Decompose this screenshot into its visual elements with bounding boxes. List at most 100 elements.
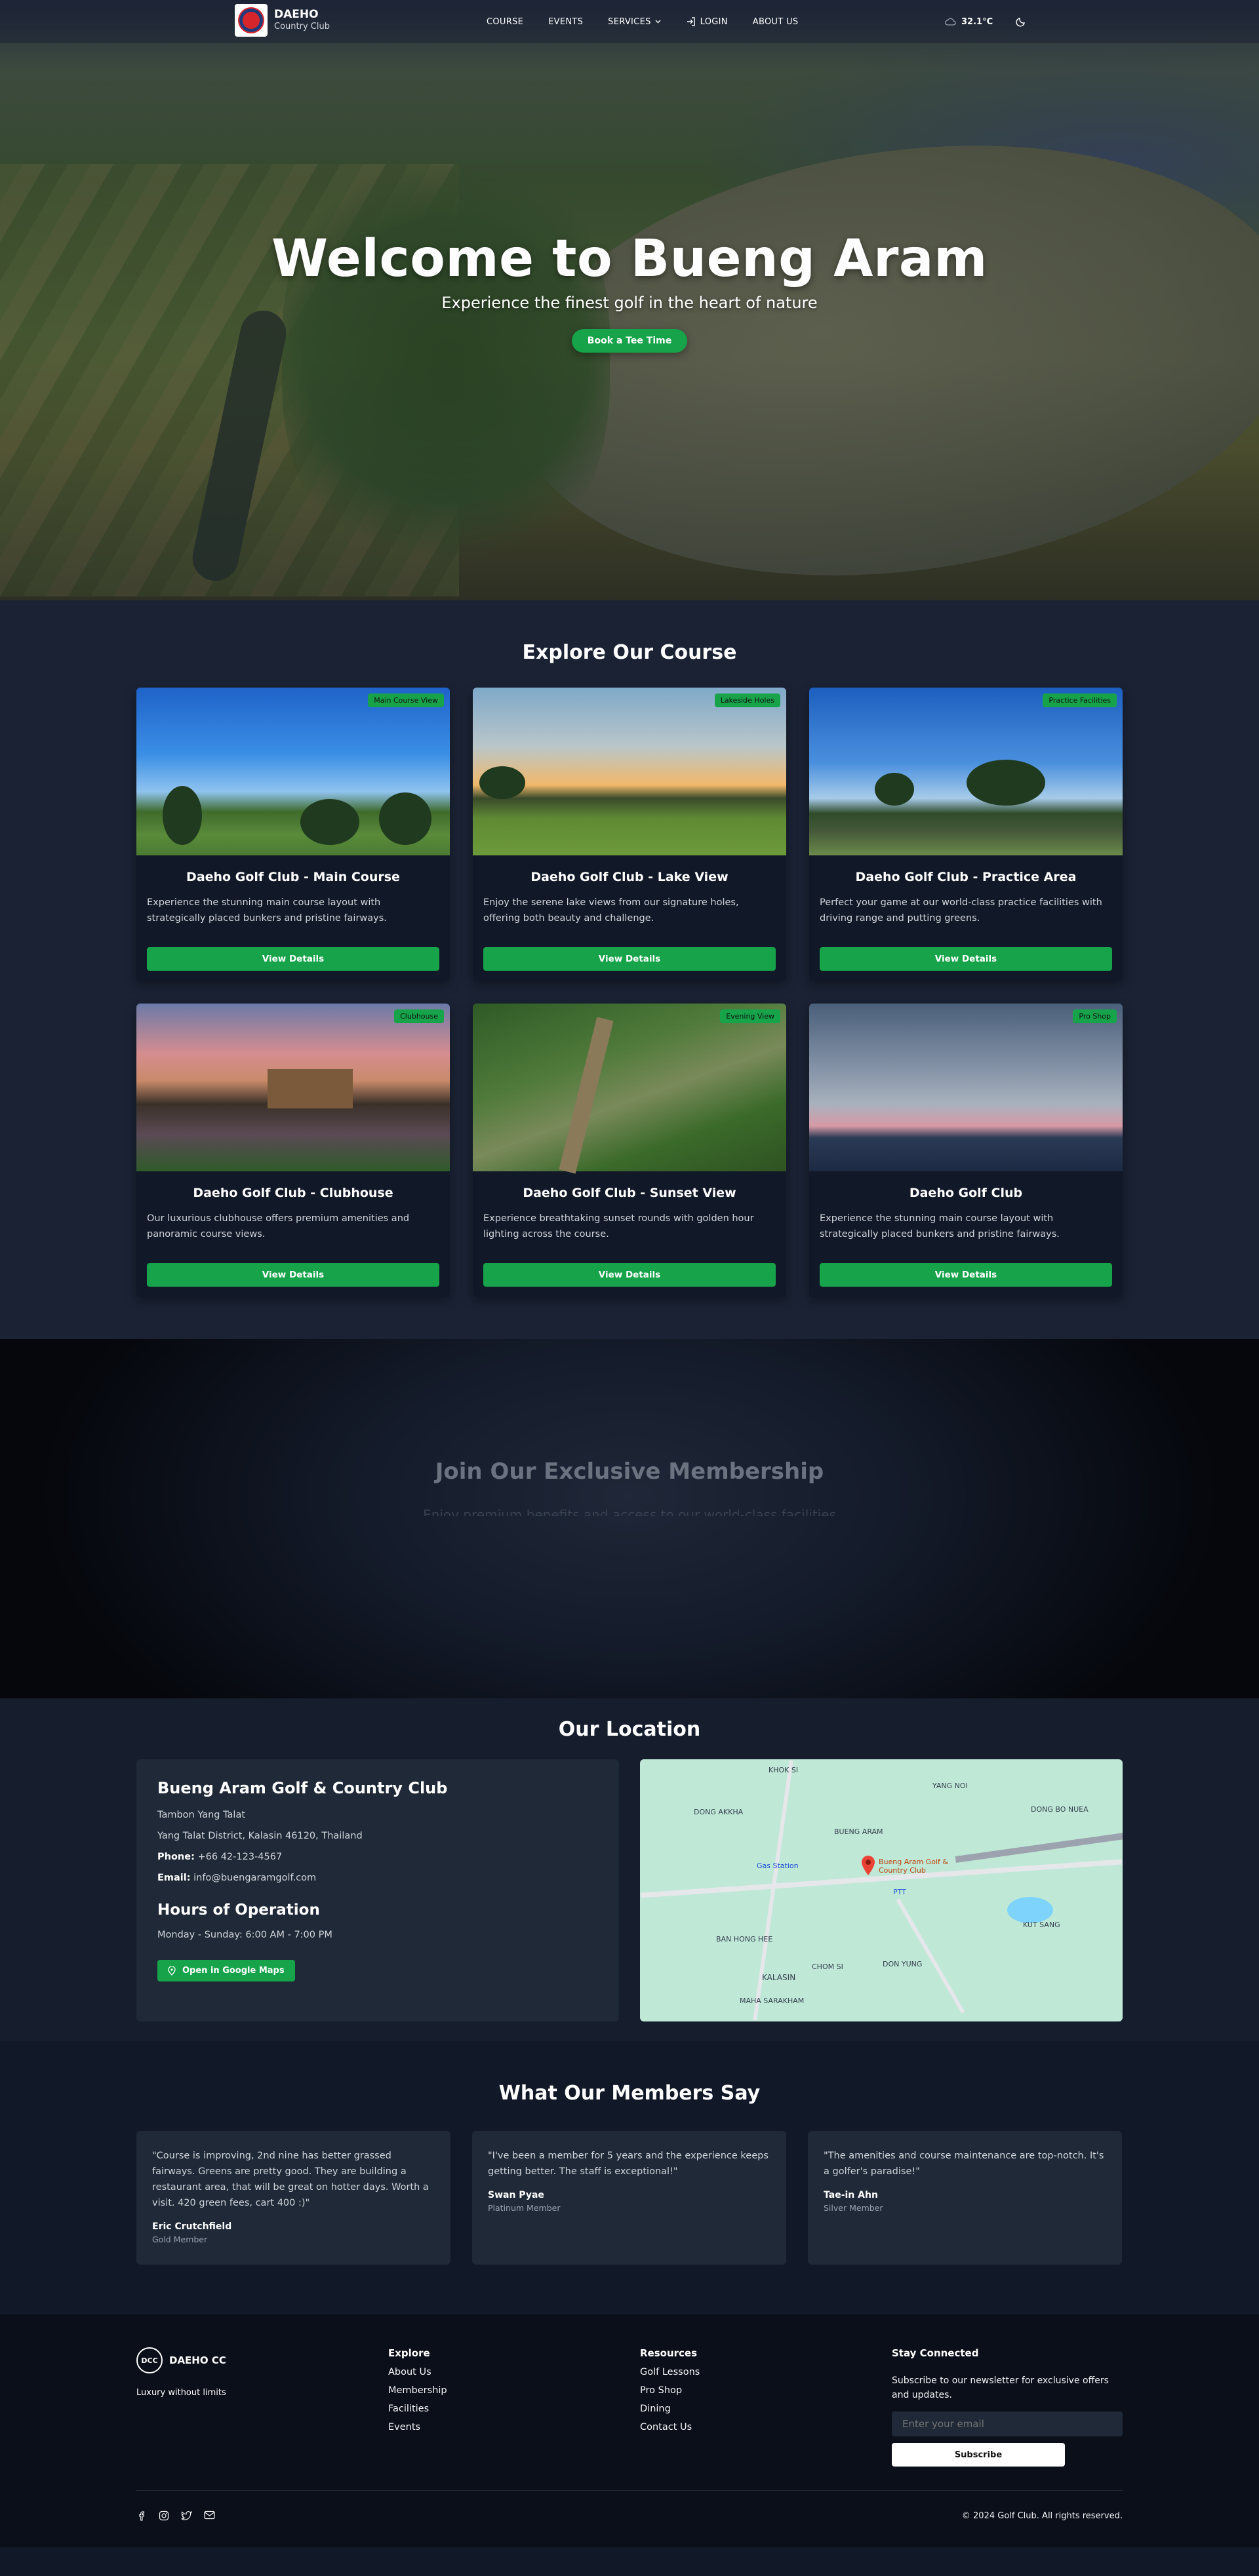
open-google-maps-button[interactable]: Open in Google Maps bbox=[157, 1960, 295, 1981]
course-card: Practice Facilities Daeho Golf Club - Pr… bbox=[809, 688, 1123, 981]
footer-tagline: Luxury without limits bbox=[136, 2388, 226, 2398]
hours-text: Monday - Sunday: 6:00 AM - 7:00 PM bbox=[157, 1930, 332, 1940]
map-pin-label: Bueng Aram Golf & Country Club bbox=[879, 1858, 948, 1875]
footer-logo[interactable]: DCC DAEHO CC bbox=[136, 2347, 388, 2373]
nav-services[interactable]: SERVICES bbox=[608, 17, 661, 27]
weather-temp: 32.1°C bbox=[961, 16, 993, 27]
weather-widget: 32.1°C bbox=[944, 17, 993, 27]
card-tag: Lakeside Holes bbox=[714, 693, 780, 707]
course-card: Clubhouse Daeho Golf Club - Clubhouse Ou… bbox=[136, 1004, 450, 1297]
nav-login-label: LOGIN bbox=[700, 16, 728, 27]
footer-link-contact[interactable]: Contact Us bbox=[640, 2422, 892, 2432]
card-title: Daeho Golf Club - Lake View bbox=[530, 870, 729, 884]
map-label: BUENG ARAM bbox=[834, 1827, 883, 1836]
nav-course[interactable]: COURSE bbox=[487, 17, 523, 27]
nav-links: COURSE EVENTS SERVICES LOGIN ABOUT US bbox=[487, 0, 823, 43]
footer-explore-heading: Explore bbox=[388, 2347, 430, 2359]
map-label: DONG AKKHA bbox=[694, 1808, 744, 1816]
course-card: Pro Shop Daeho Golf Club Experience the … bbox=[809, 1004, 1123, 1297]
email-line: Email: info@buengaramgolf.com bbox=[157, 1872, 598, 1884]
testimonial-role: Platinum Member bbox=[488, 2203, 561, 2213]
dark-mode-moon-icon[interactable] bbox=[1015, 16, 1027, 28]
course-section-title: Explore Our Course bbox=[522, 641, 737, 664]
nav-events[interactable]: EVENTS bbox=[548, 17, 583, 27]
map-label: DON YUNG bbox=[883, 1960, 923, 1968]
card-tag: Clubhouse bbox=[394, 1009, 444, 1023]
card-title: Daeho Golf Club - Main Course bbox=[186, 870, 400, 884]
card-description: Our luxurious clubhouse offers premium a… bbox=[147, 1213, 410, 1239]
course-card: Lakeside Holes Daeho Golf Club - Lake Vi… bbox=[473, 688, 786, 981]
nav-about[interactable]: ABOUT US bbox=[753, 17, 799, 27]
phone-label: Phone: bbox=[157, 1852, 195, 1862]
pro-shop-photo: Pro Shop bbox=[809, 1004, 1123, 1171]
copyright-text: © 2024 Golf Club. All rights reserved. bbox=[961, 2510, 1123, 2521]
newsletter-email-input[interactable] bbox=[892, 2411, 1123, 2436]
footer-link-dining[interactable]: Dining bbox=[640, 2404, 892, 2414]
location-title: Our Location bbox=[558, 1718, 701, 1741]
newsletter-text: Subscribe to our newsletter for exclusiv… bbox=[892, 2375, 1109, 2400]
view-details-button[interactable]: View Details bbox=[147, 947, 439, 971]
card-description: Perfect your game at our world-class pra… bbox=[820, 897, 1102, 924]
course-section: Explore Our Course Main Course View Daeh… bbox=[0, 600, 1259, 1339]
footer-link-facilities[interactable]: Facilities bbox=[388, 2404, 640, 2414]
map-pin-icon[interactable] bbox=[860, 1855, 876, 1876]
testimonial-quote: "Course is improving, 2nd nine has bette… bbox=[152, 2151, 429, 2208]
footer-connect-heading: Stay Connected bbox=[892, 2347, 979, 2359]
testimonial-name: Eric Crutchfield bbox=[152, 2221, 232, 2232]
facebook-icon[interactable] bbox=[136, 2510, 147, 2521]
testimonial-card: "I've been a member for 5 years and the … bbox=[472, 2131, 786, 2265]
testimonials-title: What Our Members Say bbox=[498, 2082, 761, 2105]
phone-line: Phone: +66 42-123-4567 bbox=[157, 1851, 598, 1864]
map-label: BAN HONG HEE bbox=[716, 1935, 773, 1943]
hero-subtitle: Experience the finest golf in the heart … bbox=[441, 294, 818, 312]
email-address[interactable]: info@buengaramgolf.com bbox=[193, 1873, 316, 1883]
social-links bbox=[136, 2510, 215, 2521]
footer-resources-heading: Resources bbox=[640, 2347, 698, 2359]
footer: DCC DAEHO CC Luxury without limits Explo… bbox=[0, 2314, 1259, 2547]
course-card: Main Course View Daeho Golf Club - Main … bbox=[136, 688, 450, 981]
membership-subtitle: Enjoy premium benefits and access to our… bbox=[423, 1507, 836, 1516]
phone-number[interactable]: +66 42-123-4567 bbox=[197, 1852, 282, 1862]
main-course-photo: Main Course View bbox=[136, 688, 450, 855]
email-label: Email: bbox=[157, 1873, 191, 1883]
login-icon bbox=[687, 17, 695, 26]
instagram-icon[interactable] bbox=[159, 2510, 169, 2521]
mail-icon[interactable] bbox=[204, 2510, 215, 2520]
footer-link-lessons[interactable]: Golf Lessons bbox=[640, 2367, 892, 2377]
footer-link-pro-shop[interactable]: Pro Shop bbox=[640, 2385, 892, 2396]
map-label: PTT bbox=[893, 1888, 906, 1896]
view-details-button[interactable]: View Details bbox=[147, 1263, 439, 1287]
footer-logo-text: DAEHO CC bbox=[169, 2354, 226, 2366]
cloud-icon bbox=[945, 18, 956, 26]
subscribe-button[interactable]: Subscribe bbox=[892, 2443, 1065, 2467]
twitter-icon[interactable] bbox=[181, 2510, 192, 2521]
footer-link-membership[interactable]: Membership bbox=[388, 2385, 640, 2396]
testimonial-role: Silver Member bbox=[824, 2203, 883, 2213]
clubhouse-photo: Clubhouse bbox=[136, 1004, 450, 1171]
membership-section: Join Our Exclusive Membership Enjoy prem… bbox=[0, 1339, 1259, 1698]
view-details-button[interactable]: View Details bbox=[483, 947, 776, 971]
card-description: Experience the stunning main course layo… bbox=[820, 1213, 1060, 1239]
book-tee-time-button[interactable]: Book a Tee Time bbox=[571, 329, 688, 353]
nav-login[interactable]: LOGIN bbox=[686, 16, 728, 27]
footer-link-about[interactable]: About Us bbox=[388, 2367, 640, 2377]
view-details-button[interactable]: View Details bbox=[483, 1263, 776, 1287]
club-logo bbox=[235, 4, 268, 37]
hero-title: Welcome to Bueng Aram bbox=[271, 229, 988, 288]
testimonial-name: Swan Pyae bbox=[488, 2190, 544, 2200]
brand[interactable]: DAEHO Country Club bbox=[235, 4, 330, 37]
hours-title: Hours of Operation bbox=[157, 1902, 320, 1919]
course-card-grid: Main Course View Daeho Golf Club - Main … bbox=[136, 688, 1123, 1297]
address-line-2: Yang Talat District, Kalasin 46120, Thai… bbox=[157, 1831, 363, 1841]
map-label: MAHA SARAKHAM bbox=[740, 1997, 805, 2005]
testimonial-card: "The amenities and course maintenance ar… bbox=[808, 2131, 1122, 2265]
location-section: Our Location Bueng Aram Golf & Country C… bbox=[0, 1698, 1259, 2041]
card-tag: Main Course View bbox=[368, 693, 444, 707]
view-details-button[interactable]: View Details bbox=[820, 947, 1112, 971]
card-description: Experience breathtaking sunset rounds wi… bbox=[483, 1213, 754, 1239]
card-title: Daeho Golf Club - Practice Area bbox=[855, 870, 1077, 884]
footer-link-events[interactable]: Events bbox=[388, 2422, 640, 2432]
card-tag: Evening View bbox=[720, 1009, 780, 1023]
google-map[interactable]: Bueng Aram Golf & Country Club KHOK SI D… bbox=[640, 1759, 1123, 2021]
view-details-button[interactable]: View Details bbox=[820, 1263, 1112, 1287]
